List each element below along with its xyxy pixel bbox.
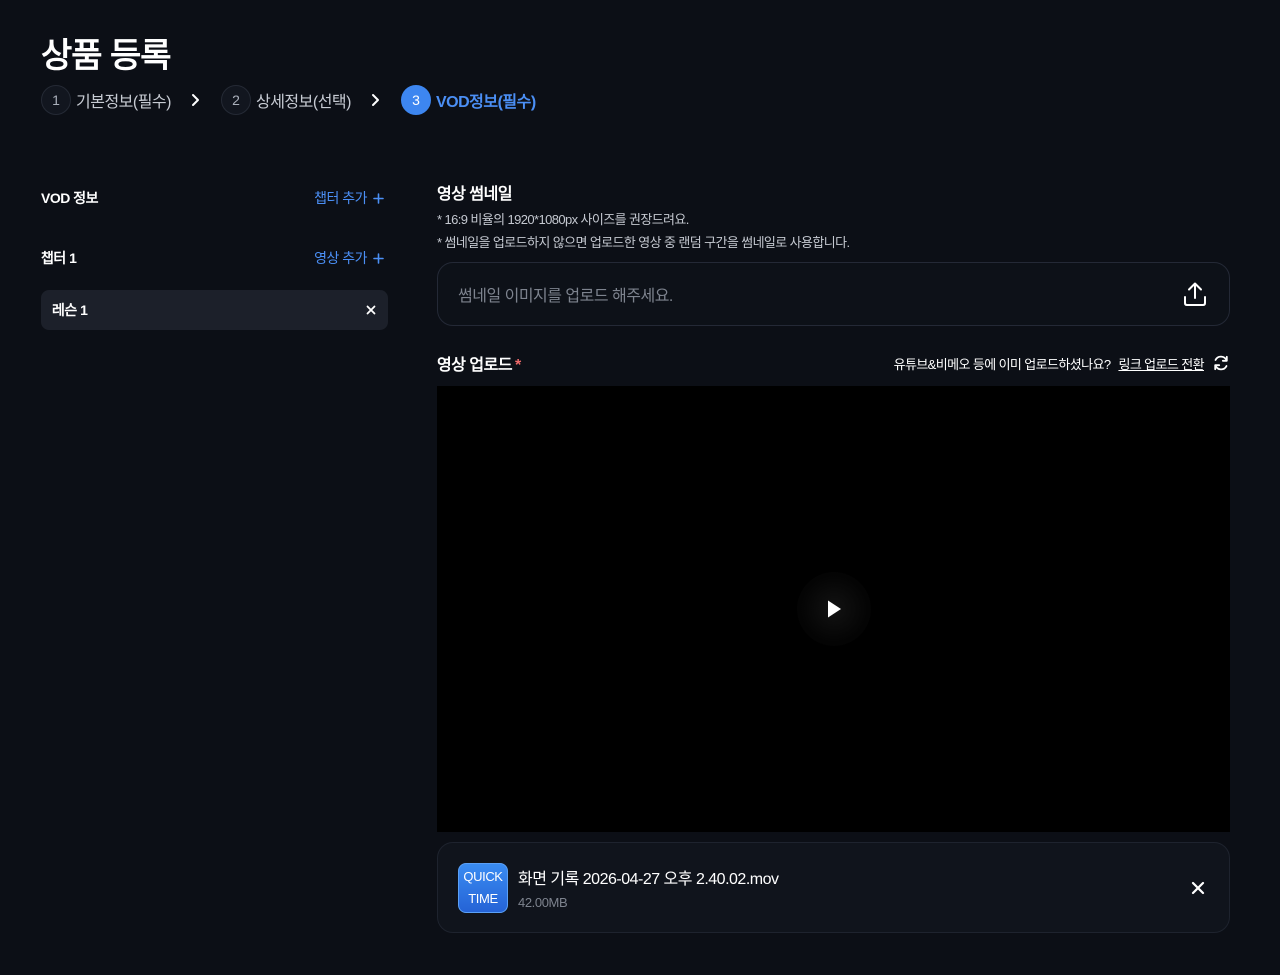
file-info: 화면 기록 2026-04-27 오후 2.40.02.mov 42.00MB xyxy=(518,865,1191,910)
close-icon xyxy=(366,305,376,315)
step-number: 2 xyxy=(220,85,251,115)
step-basic-info[interactable]: 1 기본정보(필수) xyxy=(41,85,171,115)
chevron-right-icon xyxy=(351,93,401,107)
add-chapter-label: 챕터 추가 xyxy=(314,190,367,206)
remove-file-button[interactable] xyxy=(1191,881,1205,895)
step-detail-info[interactable]: 2 상세정보(선택) xyxy=(220,85,351,115)
step-number: 1 xyxy=(41,85,71,115)
thumbnail-section-title: 영상 썸네일 xyxy=(437,186,513,203)
video-upload-header: 영상 업로드 * 유튜브&비메오 등에 이미 업로드하셨나요? 링크 업로드 전환 xyxy=(437,352,1230,374)
delete-lesson-button[interactable] xyxy=(366,305,376,315)
plus-icon xyxy=(373,192,384,204)
file-icon-line1: QUICK xyxy=(463,868,503,884)
lesson-label: 레슨 1 xyxy=(52,302,88,318)
plus-icon xyxy=(373,252,384,264)
upload-icon[interactable] xyxy=(1183,281,1207,307)
step-number: 3 xyxy=(400,85,431,115)
play-icon xyxy=(827,600,841,618)
file-icon-line2: TIME xyxy=(468,890,498,906)
vod-structure-panel: VOD 정보 챕터 추가 챕터 1 영상 추가 레슨 1 xyxy=(41,180,388,330)
thumbnail-upload-field[interactable]: 썸네일 이미지를 업로드 해주세요. xyxy=(437,262,1230,326)
quicktime-file-icon: QUICK TIME xyxy=(458,862,508,913)
play-button[interactable] xyxy=(796,572,871,646)
link-upload-switch-area: 유튜브&비메오 등에 이미 업로드하셨나요? 링크 업로드 전환 xyxy=(894,354,1230,373)
file-name: 화면 기록 2026-04-27 오후 2.40.02.mov xyxy=(518,871,779,888)
link-upload-switch-button[interactable]: 링크 업로드 전환 xyxy=(1118,354,1204,373)
already-uploaded-question: 유튜브&비메오 등에 이미 업로드하셨나요? xyxy=(893,356,1111,372)
thumbnail-upload-placeholder: 썸네일 이미지를 업로드 해주세요. xyxy=(458,288,673,305)
video-player[interactable] xyxy=(437,386,1230,832)
lesson-item[interactable]: 레슨 1 xyxy=(41,290,388,330)
chevron-right-icon xyxy=(171,93,221,107)
page-title: 상품 등록 xyxy=(41,37,172,75)
file-size: 42.00MB xyxy=(518,895,568,910)
step-label: 기본정보(필수) xyxy=(76,94,171,111)
step-vod-info[interactable]: 3 VOD정보(필수) xyxy=(400,85,536,115)
video-upload-title-text: 영상 업로드 xyxy=(437,357,513,374)
thumbnail-note-random: * 썸네일을 업로드하지 않으면 업로드한 영상 중 랜덤 구간을 썸네일로 사… xyxy=(437,235,850,250)
vod-detail-panel: 영상 썸네일 * 16:9 비율의 1920*1080px 사이즈를 권장드려요… xyxy=(437,180,1230,933)
close-icon xyxy=(1191,881,1205,894)
add-video-button[interactable]: 영상 추가 xyxy=(314,248,384,268)
uploaded-file-card: QUICK TIME 화면 기록 2026-04-27 오후 2.40.02.m… xyxy=(437,842,1230,933)
chapter-row: 챕터 1 영상 추가 xyxy=(41,240,388,276)
product-registration-page: 상품 등록 1 기본정보(필수) 2 상세정보(선택) 3 VOD정보(필수) … xyxy=(0,0,1280,975)
thumbnail-note-ratio: * 16:9 비율의 1920*1080px 사이즈를 권장드려요. xyxy=(437,212,689,227)
vod-info-title: VOD 정보 xyxy=(41,190,99,206)
refresh-icon[interactable] xyxy=(1212,354,1230,372)
step-label: VOD정보(필수) xyxy=(435,94,536,111)
required-mark: * xyxy=(515,357,521,374)
step-indicator: 1 기본정보(필수) 2 상세정보(선택) 3 VOD정보(필수) xyxy=(41,85,536,115)
step-label: 상세정보(선택) xyxy=(255,94,351,111)
vod-info-row: VOD 정보 챕터 추가 xyxy=(41,180,388,216)
add-video-label: 영상 추가 xyxy=(314,250,367,266)
chapter-title[interactable]: 챕터 1 xyxy=(41,248,77,268)
video-upload-title: 영상 업로드 * xyxy=(437,351,521,375)
add-chapter-button[interactable]: 챕터 추가 xyxy=(314,188,384,208)
